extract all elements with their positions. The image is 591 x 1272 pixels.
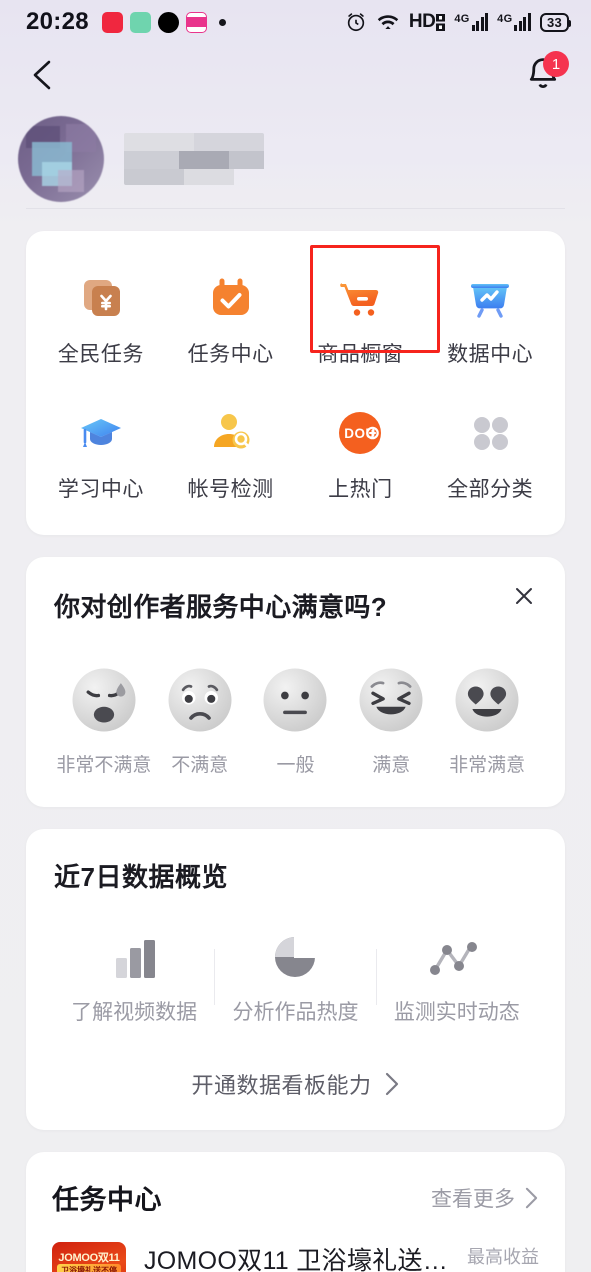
data-overview-items: 了解视频数据 分析作品热度 监测实时动态	[54, 928, 537, 1026]
username-masked	[124, 133, 264, 185]
back-button[interactable]	[28, 58, 62, 92]
avatar[interactable]	[18, 116, 104, 202]
task-thumbnail: JOMOO双11 卫浴壕礼送不停	[52, 1241, 126, 1272]
shortcut-zhanghao-jiance[interactable]: 帐号检测	[166, 396, 296, 509]
hd-icon: HD	[409, 11, 446, 33]
shopping-cart-icon	[331, 269, 389, 327]
data-item-realtime[interactable]: 监测实时动态	[377, 928, 537, 1026]
calendar-check-icon	[202, 269, 260, 327]
face-very-dissatisfied-icon	[72, 668, 136, 732]
open-data-board-link[interactable]: 开通数据看板能力	[54, 1068, 537, 1108]
task-center-header: 任务中心 查看更多	[52, 1178, 539, 1217]
status-bar: 20:28 HD 4G 4G 33	[0, 0, 591, 44]
notification-badge: 1	[543, 51, 569, 77]
battery-icon: 33	[539, 12, 572, 32]
app-badge-pink-icon	[185, 11, 207, 33]
notifications-button[interactable]: 1	[521, 51, 569, 97]
shortcuts-grid: 全民任务 任务中心 商品橱窗 数据中心 学习中心 帐号检测 DOU 上热门 全部…	[36, 261, 555, 509]
survey-option-neutral[interactable]: 一般	[248, 664, 344, 777]
app-badge-red-icon	[101, 11, 123, 33]
data-overview-title: 近7日数据概览	[54, 862, 228, 892]
shortcut-renwu-zhongxin[interactable]: 任务中心	[166, 261, 296, 374]
shortcut-shang-remen[interactable]: DOU 上热门	[296, 396, 426, 509]
line-chart-icon	[427, 928, 487, 980]
survey-option-label: 非常不满意	[56, 755, 152, 776]
chevron-left-icon	[33, 60, 51, 90]
stacked-cards-yuan-icon	[72, 269, 130, 327]
data-item-label: 分析作品热度	[232, 1001, 359, 1024]
task-name: JOMOO双11 卫浴壕礼送不停	[144, 1247, 455, 1272]
data-board-icon	[461, 269, 519, 327]
account-search-icon	[202, 404, 260, 462]
task-thumb-brand: JOMOO双11	[58, 1251, 120, 1264]
survey-card: 你对创作者服务中心满意吗? 非常不满意 不满意 一般 满意 非常满意	[26, 557, 565, 807]
dou-plus-icon: DOU	[331, 404, 389, 462]
bar-chart-icon	[106, 928, 162, 980]
graduation-cap-icon	[72, 404, 130, 462]
face-very-satisfied-icon	[455, 668, 519, 732]
shortcut-xuexi-zhongxin[interactable]: 学习中心	[36, 396, 166, 509]
survey-option-very-satisfied[interactable]: 非常满意	[439, 664, 535, 777]
alarm-icon	[345, 11, 367, 33]
shortcut-label: 任务中心	[187, 343, 274, 366]
signal-4g-icon-2: 4G	[497, 13, 531, 31]
shortcut-label: 商品橱窗	[317, 343, 404, 366]
view-more-button[interactable]: 查看更多	[431, 1183, 539, 1213]
survey-option-label: 一般	[276, 755, 315, 776]
task-thumb-subtitle: 卫浴壕礼送不停	[57, 1263, 121, 1272]
data-item-video-data[interactable]: 了解视频数据	[54, 928, 214, 1026]
shortcut-quanmin-renwu[interactable]: 全民任务	[36, 261, 166, 374]
shortcut-quanbu-fenlei[interactable]: 全部分类	[425, 396, 555, 509]
wifi-icon	[376, 12, 400, 32]
navigation-bar: 1	[0, 44, 591, 106]
profile-header[interactable]	[0, 106, 591, 202]
status-dot-icon	[218, 18, 226, 26]
app-badge-black-icon	[157, 11, 179, 33]
signal-4g-icon-1: 4G	[454, 13, 489, 31]
task-center-title: 任务中心	[52, 1185, 162, 1215]
data-item-label: 了解视频数据	[71, 1001, 198, 1024]
shortcut-label: 全部分类	[447, 478, 534, 501]
data-overview-card: 近7日数据概览 了解视频数据 分析作品热度 监测实时动态 开通数据看板能力	[26, 829, 565, 1130]
shortcut-label: 学习中心	[57, 478, 144, 501]
survey-question: 你对创作者服务中心满意吗?	[54, 592, 388, 622]
survey-option-very-dissatisfied[interactable]: 非常不满意	[56, 664, 152, 777]
survey-option-label: 满意	[372, 755, 411, 776]
chevron-right-icon	[385, 1072, 398, 1096]
survey-option-label: 非常满意	[449, 755, 526, 776]
close-icon[interactable]	[507, 579, 541, 613]
app-badge-green-icon	[129, 11, 151, 33]
status-app-badges	[101, 11, 226, 33]
shortcuts-card: 全民任务 任务中心 商品橱窗 数据中心 学习中心 帐号检测 DOU 上热门 全部…	[26, 231, 565, 535]
shortcut-label: 上热门	[328, 478, 393, 501]
shortcut-shangpin-chuchuang[interactable]: 商品橱窗	[296, 261, 426, 374]
grid-dots-icon	[461, 404, 519, 462]
chevron-right-icon	[525, 1187, 538, 1208]
task-center-card: 任务中心 查看更多 JOMOO双11 卫浴壕礼送不停 JOMOO双11 卫浴壕礼…	[26, 1152, 565, 1272]
data-item-content-heat[interactable]: 分析作品热度	[215, 928, 375, 1026]
survey-option-dissatisfied[interactable]: 不满意	[152, 664, 248, 777]
data-item-label: 监测实时动态	[393, 1001, 520, 1024]
survey-options: 非常不满意 不满意 一般 满意 非常满意	[54, 664, 537, 777]
face-satisfied-icon	[359, 668, 423, 732]
pie-chart-icon	[269, 928, 321, 980]
shortcut-label: 全民任务	[57, 343, 144, 366]
shortcut-label: 帐号检测	[187, 478, 274, 501]
open-data-board-label: 开通数据看板能力	[191, 1073, 372, 1098]
status-time: 20:28	[26, 8, 89, 35]
task-reward-label: 最高收益	[467, 1247, 539, 1267]
face-dissatisfied-icon	[168, 668, 232, 732]
view-more-label: 查看更多	[431, 1187, 515, 1211]
survey-option-satisfied[interactable]: 满意	[343, 664, 439, 777]
face-neutral-icon	[263, 668, 327, 732]
survey-option-label: 不满意	[171, 755, 229, 776]
task-list-item[interactable]: JOMOO双11 卫浴壕礼送不停 JOMOO双11 卫浴壕礼送不停 现金奖励 最…	[52, 1241, 539, 1272]
shortcut-shuju-zhongxin[interactable]: 数据中心	[425, 261, 555, 374]
shortcut-label: 数据中心	[447, 343, 534, 366]
